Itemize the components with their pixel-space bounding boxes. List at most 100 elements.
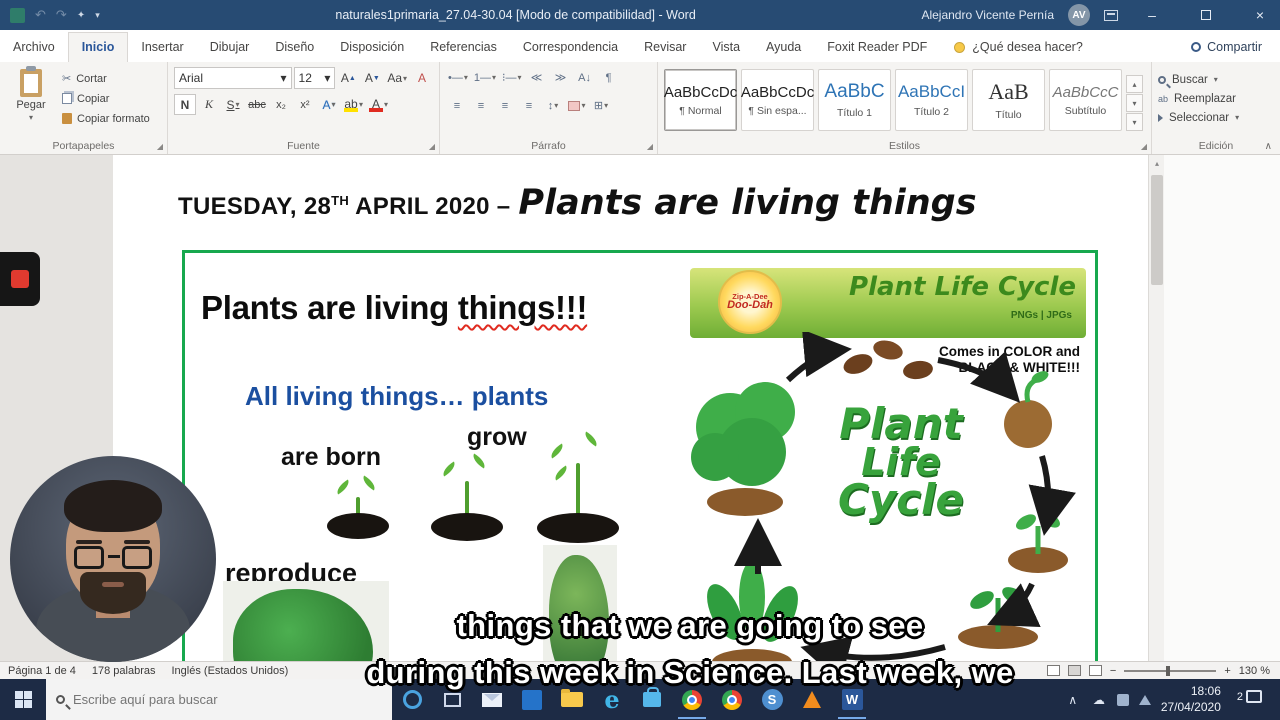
style-normal[interactable]: AaBbCcDc ¶ Normal — [664, 69, 737, 131]
security-icon[interactable] — [1117, 694, 1129, 706]
share-button[interactable]: Compartir — [1173, 40, 1280, 62]
qat-customize-caret-icon[interactable]: ▾ — [95, 10, 100, 21]
scroll-up-icon[interactable]: ▴ — [1149, 155, 1165, 171]
styles-scroll-up-icon[interactable]: ▴ — [1126, 75, 1143, 93]
chrome-profile2-button[interactable] — [712, 679, 752, 720]
web-layout-icon[interactable] — [1089, 665, 1102, 676]
zoom-out-button[interactable]: − — [1110, 665, 1116, 677]
zoom-level[interactable]: 130 % — [1239, 665, 1270, 677]
bullets-button[interactable]: •—▾ — [446, 67, 470, 88]
align-center-button[interactable]: ≡ — [470, 95, 492, 116]
tab-disposicion[interactable]: Disposición — [327, 33, 417, 62]
tab-foxit[interactable]: Foxit Reader PDF — [814, 33, 940, 62]
inserted-image[interactable]: Plants are living things!!! All living t… — [182, 250, 1098, 661]
ribbon-display-options-icon[interactable] — [1104, 10, 1118, 21]
onedrive-icon[interactable]: ☁ — [1091, 693, 1107, 707]
network-icon[interactable] — [1139, 695, 1151, 705]
paragraph-dialog-launcher-icon[interactable]: ◢ — [647, 142, 653, 151]
tab-archivo[interactable]: Archivo — [0, 33, 68, 62]
shading-button[interactable]: ▾ — [566, 95, 588, 116]
restore-button[interactable] — [1186, 0, 1226, 30]
format-painter-button[interactable]: Copiar formato — [62, 110, 150, 127]
italic-button[interactable]: K — [198, 94, 220, 115]
strikethrough-button[interactable]: abc — [246, 94, 268, 115]
justify-button[interactable]: ≡ — [518, 95, 540, 116]
show-paragraph-marks-button[interactable]: ¶ — [598, 67, 620, 88]
edge-button[interactable]: e — [592, 679, 632, 720]
signed-in-user[interactable]: Alejandro Vicente Pernía — [921, 8, 1054, 22]
collapse-ribbon-icon[interactable]: ∧ — [1265, 141, 1272, 152]
word-count[interactable]: 178 palabras — [92, 665, 156, 677]
clear-formatting-button[interactable]: A — [411, 68, 433, 89]
taskbar-clock[interactable]: 18:06 27/04/2020 — [1161, 684, 1221, 715]
taskbar-search[interactable] — [46, 679, 392, 720]
line-spacing-button[interactable]: ↕▾ — [542, 95, 564, 116]
style-subtitle[interactable]: AaBbCcC Subtítulo — [1049, 69, 1122, 131]
zoom-slider[interactable] — [1124, 670, 1216, 672]
word-taskbar-button[interactable]: W — [832, 679, 872, 720]
language-indicator[interactable]: Inglés (Estados Unidos) — [172, 665, 289, 677]
skype-button[interactable]: S — [752, 679, 792, 720]
paste-button[interactable]: Pegar ▾ — [6, 67, 56, 127]
font-color-button[interactable]: A▾ — [367, 94, 390, 115]
vertical-scrollbar[interactable]: ▴ — [1148, 155, 1164, 661]
shrink-font-button[interactable]: A▼ — [361, 68, 383, 89]
style-heading1[interactable]: AaBbC Título 1 — [818, 69, 891, 131]
multilevel-list-button[interactable]: ⁝—▾ — [500, 67, 524, 88]
scrollbar-thumb[interactable] — [1151, 175, 1163, 285]
tab-correspondencia[interactable]: Correspondencia — [510, 33, 631, 62]
highlight-button[interactable]: ab▾ — [342, 94, 365, 115]
cortana-button[interactable] — [392, 679, 432, 720]
recorder-stop-button[interactable] — [0, 252, 40, 306]
clipboard-dialog-launcher-icon[interactable]: ◢ — [157, 142, 163, 151]
bold-button[interactable]: N — [174, 94, 196, 115]
vlc-button[interactable] — [792, 679, 832, 720]
task-view-button[interactable] — [432, 679, 472, 720]
align-left-button[interactable]: ≡ — [446, 95, 468, 116]
file-explorer-button[interactable] — [552, 679, 592, 720]
subscript-button[interactable]: x₂ — [270, 94, 292, 115]
find-button[interactable]: Buscar ▾ — [1158, 70, 1274, 89]
minimize-button[interactable]: – — [1132, 0, 1172, 30]
zoom-in-button[interactable]: + — [1224, 665, 1230, 677]
styles-dialog-launcher-icon[interactable]: ◢ — [1141, 142, 1147, 151]
replace-button[interactable]: ab Reemplazar — [1158, 89, 1274, 108]
font-family-select[interactable]: Arial ▾ — [174, 67, 292, 89]
tab-vista[interactable]: Vista — [699, 33, 753, 62]
copy-button[interactable]: Copiar — [62, 90, 150, 107]
underline-button[interactable]: S▾ — [222, 94, 244, 115]
tab-diseno[interactable]: Diseño — [262, 33, 327, 62]
superscript-button[interactable]: x² — [294, 94, 316, 115]
notification-center-button[interactable]: 2 — [1231, 690, 1272, 709]
taskbar-search-input[interactable] — [73, 692, 353, 707]
tab-revisar[interactable]: Revisar — [631, 33, 699, 62]
photos-button[interactable] — [512, 679, 552, 720]
decrease-indent-button[interactable]: ≪ — [526, 67, 548, 88]
sort-button[interactable]: A↓ — [574, 67, 596, 88]
tab-inicio[interactable]: Inicio — [68, 32, 129, 62]
style-title[interactable]: AaB Título — [972, 69, 1045, 131]
zoom-slider-thumb[interactable] — [1166, 666, 1170, 676]
align-right-button[interactable]: ≡ — [494, 95, 516, 116]
tab-referencias[interactable]: Referencias — [417, 33, 510, 62]
styles-more-icon[interactable]: ▾ — [1126, 113, 1143, 131]
select-button[interactable]: Seleccionar ▾ — [1158, 108, 1274, 127]
user-avatar[interactable]: AV — [1068, 4, 1090, 26]
page-indicator[interactable]: Página 1 de 4 — [8, 665, 76, 677]
chrome-button[interactable] — [672, 679, 712, 720]
tray-chevron-icon[interactable]: ∧ — [1065, 693, 1081, 707]
close-button[interactable]: × — [1240, 0, 1280, 30]
mail-button[interactable] — [472, 679, 512, 720]
tab-insertar[interactable]: Insertar — [128, 33, 196, 62]
grow-font-button[interactable]: A▲ — [337, 68, 359, 89]
store-button[interactable] — [632, 679, 672, 720]
cut-button[interactable]: ✂ Cortar — [62, 70, 150, 87]
text-effects-button[interactable]: A▾ — [318, 94, 340, 115]
undo-icon[interactable]: ↶ — [35, 7, 46, 23]
read-mode-icon[interactable] — [1047, 665, 1060, 676]
redo-icon[interactable]: ↷ — [56, 7, 67, 23]
tell-me-search[interactable]: ¿Qué desea hacer? — [940, 40, 1097, 62]
touch-mode-icon[interactable]: ✦ — [77, 10, 85, 21]
style-heading2[interactable]: AaBbCcI Título 2 — [895, 69, 968, 131]
style-no-spacing[interactable]: AaBbCcDc ¶ Sin espa... — [741, 69, 814, 131]
